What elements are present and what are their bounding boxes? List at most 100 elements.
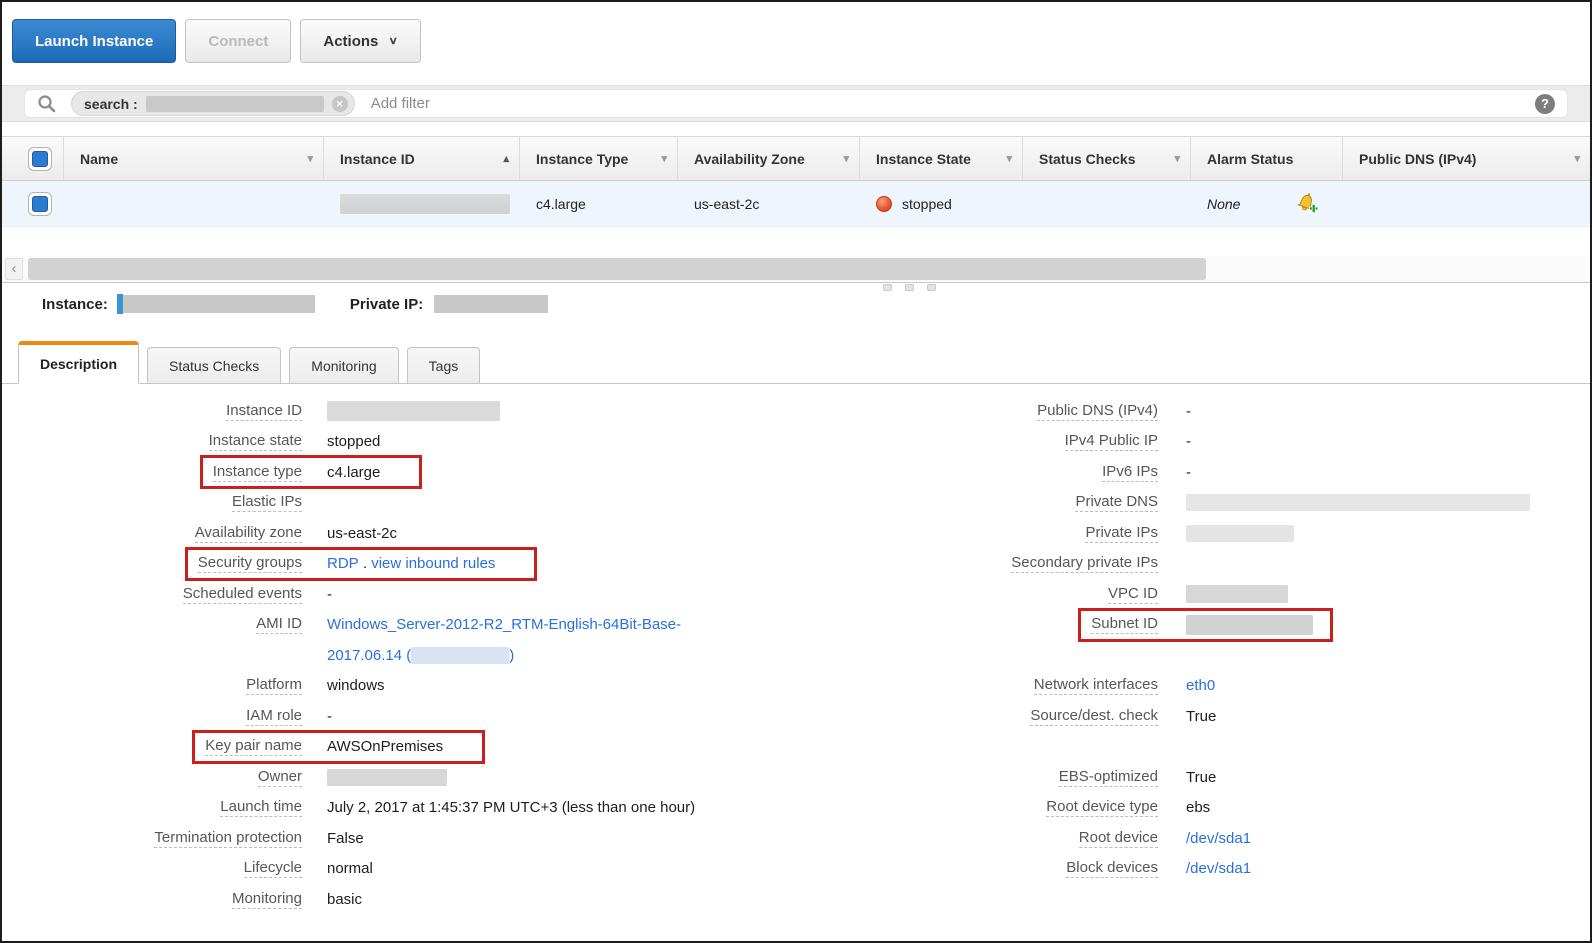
detail-label: Scheduled events (183, 585, 302, 604)
stopped-state-icon (876, 196, 892, 212)
search-input[interactable]: search : ✕ Add filter ? (24, 89, 1568, 118)
detail-link[interactable]: /dev/sda1 (1186, 860, 1251, 877)
detail-value: July 2, 2017 at 1:45:37 PM UTC+3 (less t… (327, 799, 695, 816)
detail-value: ebs (1186, 799, 1210, 816)
add-filter-input[interactable]: Add filter (371, 95, 430, 112)
details-row: Termination protectionFalseRoot device/d… (42, 823, 1590, 854)
field-instance-id: Instance ID (42, 396, 802, 427)
detail-value: /dev/sda1 (1186, 830, 1251, 847)
cell-status-checks (1023, 181, 1191, 226)
redacted-value (327, 401, 500, 421)
field-public-dns-ipv4: Public DNS (IPv4)- (802, 396, 1590, 427)
detail-value: True (1186, 769, 1216, 786)
column-header-instance-id[interactable]: Instance ID▴ (324, 137, 520, 180)
column-header-name[interactable]: Name▾ (64, 137, 324, 180)
detail-label: Availability zone (195, 524, 302, 543)
sort-caret-icon: ▾ (661, 152, 667, 165)
detail-link[interactable]: view inbound rules (371, 555, 495, 572)
tab-status-checks[interactable]: Status Checks (147, 347, 281, 383)
field-platform: Platformwindows (42, 671, 802, 702)
detail-link[interactable]: eth0 (1186, 677, 1215, 694)
instance-label: Instance: (42, 296, 108, 313)
details-row: Instance statestoppedIPv4 Public IP- (42, 427, 1590, 458)
detail-label: Secondary private IPs (1011, 554, 1158, 573)
detail-link[interactable]: Windows_Server-2012-R2_RTM-English-64Bit… (327, 616, 681, 633)
detail-text: . (359, 555, 372, 572)
detail-tabs: Description Status Checks Monitoring Tag… (2, 341, 1590, 384)
tab-tags[interactable]: Tags (407, 347, 481, 383)
help-icon[interactable]: ? (1535, 94, 1555, 114)
detail-value (327, 401, 500, 421)
detail-label: IPv4 Public IP (1065, 432, 1158, 451)
field-root-device: Root device/dev/sda1 (802, 823, 1590, 854)
detail-link[interactable]: 2017.06.14 ( (327, 647, 411, 664)
scroll-left-button[interactable]: ‹ (5, 258, 23, 280)
column-header-public-dns-ipv4[interactable]: Public DNS (IPv4)▾ (1343, 137, 1590, 180)
select-all-checkbox[interactable] (28, 147, 52, 171)
detail-label: IAM role (246, 707, 302, 726)
details-row: PlatformwindowsNetwork interfaceseth0 (42, 671, 1590, 702)
detail-label: Private IPs (1085, 524, 1158, 543)
column-header-availability-zone[interactable]: Availability Zone▾ (678, 137, 860, 180)
field-vpc-id: VPC ID (802, 579, 1590, 610)
column-header-alarm-status[interactable]: Alarm Status (1191, 137, 1343, 180)
column-header-status-checks[interactable]: Status Checks▾ (1023, 137, 1191, 180)
details-row: IAM role-Source/dest. checkTrue (42, 701, 1590, 732)
detail-label: Private DNS (1075, 493, 1158, 512)
description-panel: Instance IDPublic DNS (IPv4)-Instance st… (2, 384, 1590, 915)
detail-value: c4.large (327, 464, 380, 481)
detail-text: stopped (327, 433, 380, 450)
detail-link[interactable]: ) (509, 647, 514, 664)
detail-link[interactable]: /dev/sda1 (1186, 830, 1251, 847)
launch-instance-button[interactable]: Launch Instance (12, 19, 176, 63)
redacted-value (1186, 494, 1530, 511)
alarm-bell-icon[interactable] (1294, 192, 1319, 215)
filter-bar: search : ✕ Add filter ? (2, 85, 1590, 122)
detail-text: c4.large (327, 464, 380, 481)
detail-label: Security groups (198, 554, 302, 573)
details-row: 2017.06.14 () (42, 640, 1590, 671)
tab-description[interactable]: Description (18, 341, 139, 384)
filter-pill-label: search : (84, 96, 138, 112)
detail-text: False (327, 830, 364, 847)
column-header-instance-type[interactable]: Instance Type▾ (520, 137, 678, 180)
instance-row[interactable]: c4.largeus-east-2cstoppedNone (2, 181, 1590, 227)
detail-value: Windows_Server-2012-R2_RTM-English-64Bit… (327, 616, 681, 633)
detail-text: normal (327, 860, 373, 877)
details-row: AMI IDWindows_Server-2012-R2_RTM-English… (42, 610, 1590, 641)
connect-button[interactable]: Connect (185, 19, 291, 63)
detail-value (327, 769, 447, 786)
detail-text: us-east-2c (327, 525, 397, 542)
detail-text: - (1186, 464, 1191, 481)
private-ip-label: Private IP: (350, 296, 423, 313)
detail-value: True (1186, 708, 1216, 725)
clear-filter-icon[interactable]: ✕ (332, 96, 348, 112)
scroll-thumb[interactable] (28, 258, 1206, 280)
tab-monitoring[interactable]: Monitoring (289, 347, 398, 383)
detail-text: windows (327, 677, 385, 694)
column-label: Availability Zone (694, 151, 805, 167)
filter-pill[interactable]: search : ✕ (71, 91, 355, 116)
detail-value: stopped (327, 433, 380, 450)
detail-text: ebs (1186, 799, 1210, 816)
field-source-dest-check: Source/dest. checkTrue (802, 701, 1590, 732)
sort-asc-icon: ▴ (503, 152, 509, 165)
detail-value: /dev/sda1 (1186, 860, 1251, 877)
field-network-interfaces: Network interfaceseth0 (802, 671, 1590, 702)
ec2-console-window: Launch Instance Connect Actions ∨ search… (0, 0, 1592, 943)
detail-link[interactable]: RDP (327, 555, 359, 572)
details-row: Launch timeJuly 2, 2017 at 1:45:37 PM UT… (42, 793, 1590, 824)
actions-dropdown-button[interactable]: Actions ∨ (300, 19, 421, 63)
field-private-dns: Private DNS (802, 488, 1590, 519)
details-row: Instance IDPublic DNS (IPv4)- (42, 396, 1590, 427)
detail-label: Monitoring (232, 890, 302, 909)
cell-instance-id (324, 181, 520, 226)
column-header-instance-state[interactable]: Instance State▾ (860, 137, 1023, 180)
instance-summary: Instance: Private IP: (42, 294, 1590, 314)
resize-grip-handle[interactable] (883, 284, 936, 291)
row-checkbox[interactable] (28, 192, 52, 216)
private-ip-redaction (434, 295, 548, 313)
detail-text: True (1186, 708, 1216, 725)
instance-state-text: stopped (902, 196, 952, 212)
field-block-devices: Block devices/dev/sda1 (802, 854, 1590, 885)
